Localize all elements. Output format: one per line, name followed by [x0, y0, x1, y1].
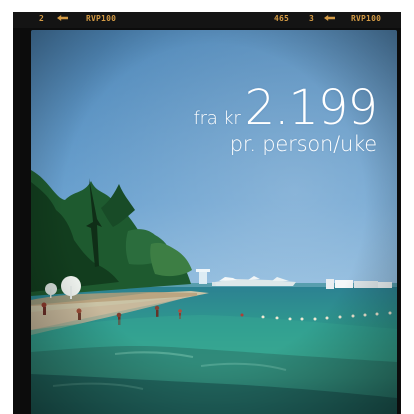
left-film-label: RVP100: [86, 14, 117, 23]
right-film-label: RVP100: [351, 14, 382, 23]
price-line: fra kr 2.199: [193, 80, 378, 136]
price-suffix: pr. person/uke: [229, 132, 377, 156]
price-prefix: fra kr: [193, 108, 241, 129]
left-frame-number: 2: [39, 14, 45, 23]
price-value: 2.199: [244, 80, 378, 136]
price-overlay: fra kr 2.199 pr. person/uke: [193, 80, 378, 156]
left-film-arrow-icon: [57, 15, 68, 21]
right-film-arrow-icon: [324, 15, 335, 21]
right-frame-number: 3: [309, 14, 315, 23]
beach-photo: fra kr 2.199 pr. person/uke: [31, 30, 397, 414]
center-counter: 465: [274, 14, 290, 23]
photo-frame: 2 RVP100 465 3 RVP100 fra kr 2.199 pr. p…: [13, 12, 401, 414]
film-strip: 2 RVP100 465 3 RVP100: [13, 12, 401, 28]
